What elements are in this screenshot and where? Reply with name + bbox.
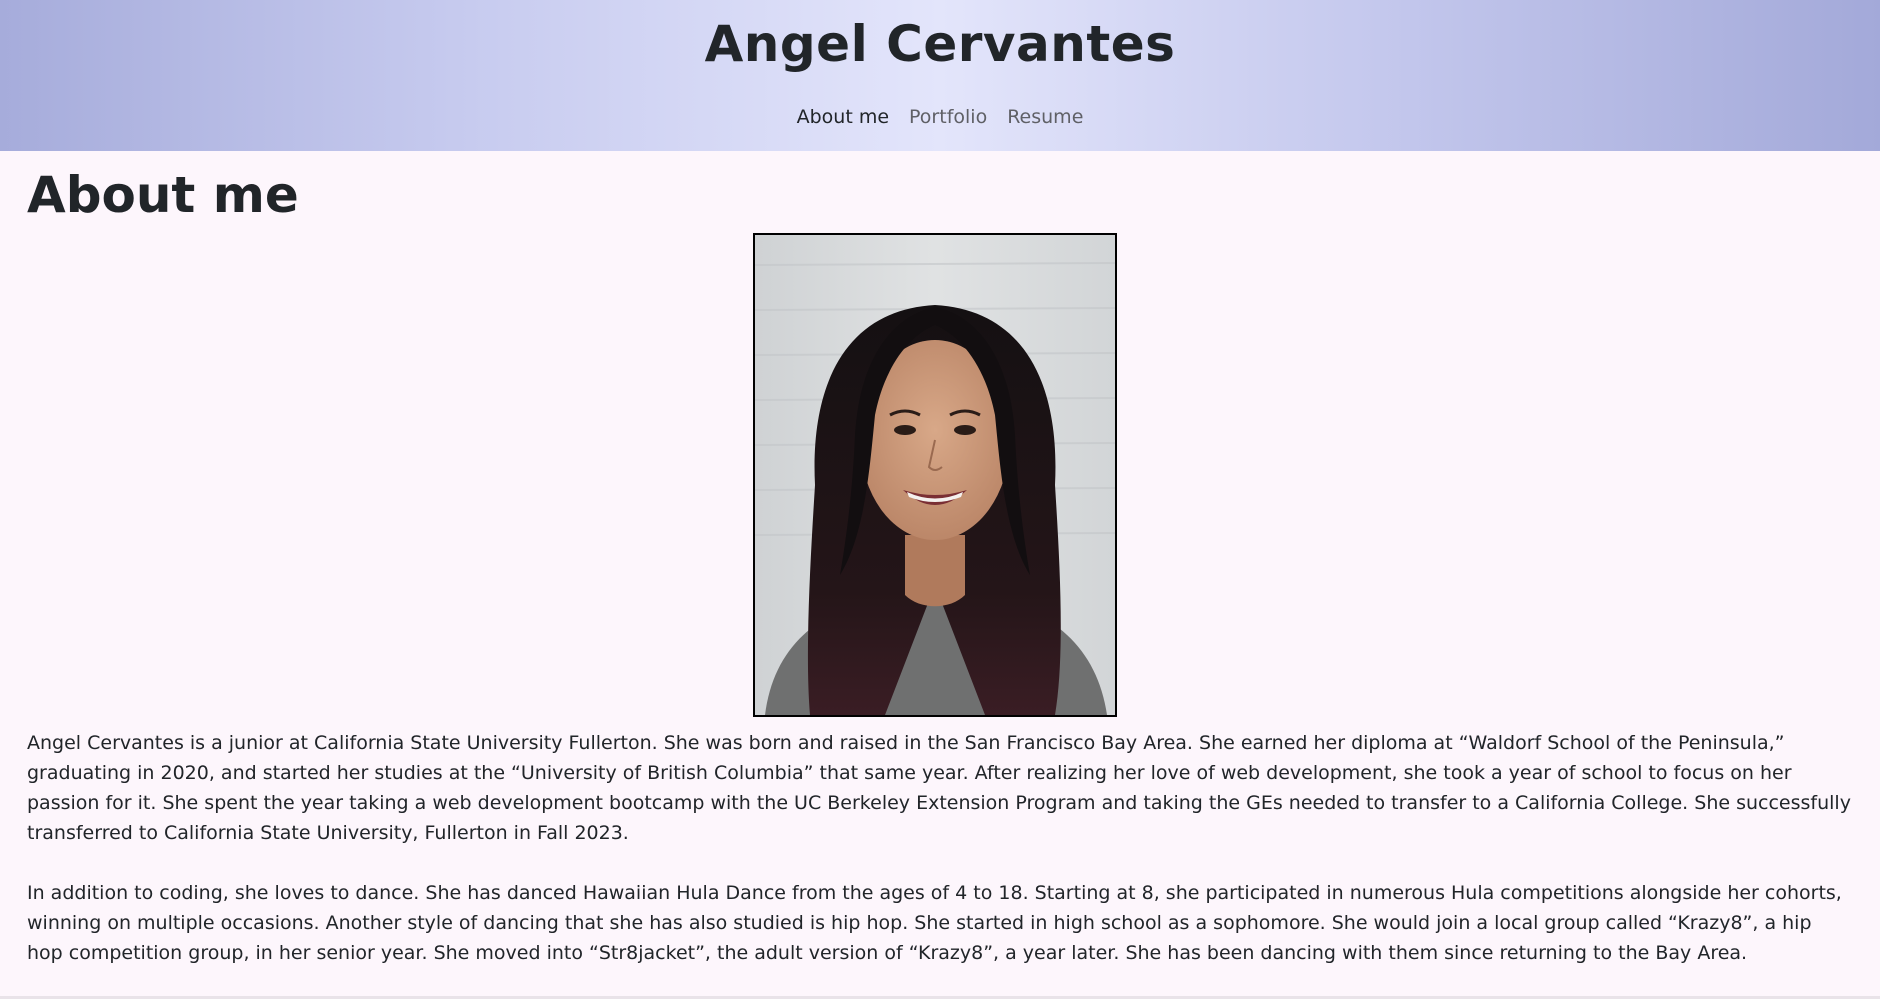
bio-section: Angel Cervantes is a junior at Californi… bbox=[27, 728, 1853, 998]
site-title: Angel Cervantes bbox=[704, 15, 1176, 73]
portrait-photo bbox=[753, 233, 1117, 717]
nav-link-resume[interactable]: Resume bbox=[1007, 103, 1083, 131]
nav-link-about-me[interactable]: About me bbox=[797, 103, 889, 131]
bio-paragraph-2: In addition to coding, she loves to danc… bbox=[27, 882, 1842, 964]
bio-paragraph-1: Angel Cervantes is a junior at Californi… bbox=[27, 732, 1851, 844]
nav-link-portfolio[interactable]: Portfolio bbox=[909, 103, 987, 131]
main-nav: About me Portfolio Resume bbox=[0, 103, 1880, 131]
page-title: About me bbox=[27, 166, 299, 224]
portrait-illustration bbox=[755, 235, 1115, 715]
site-header: Angel Cervantes About me Portfolio Resum… bbox=[0, 0, 1880, 151]
